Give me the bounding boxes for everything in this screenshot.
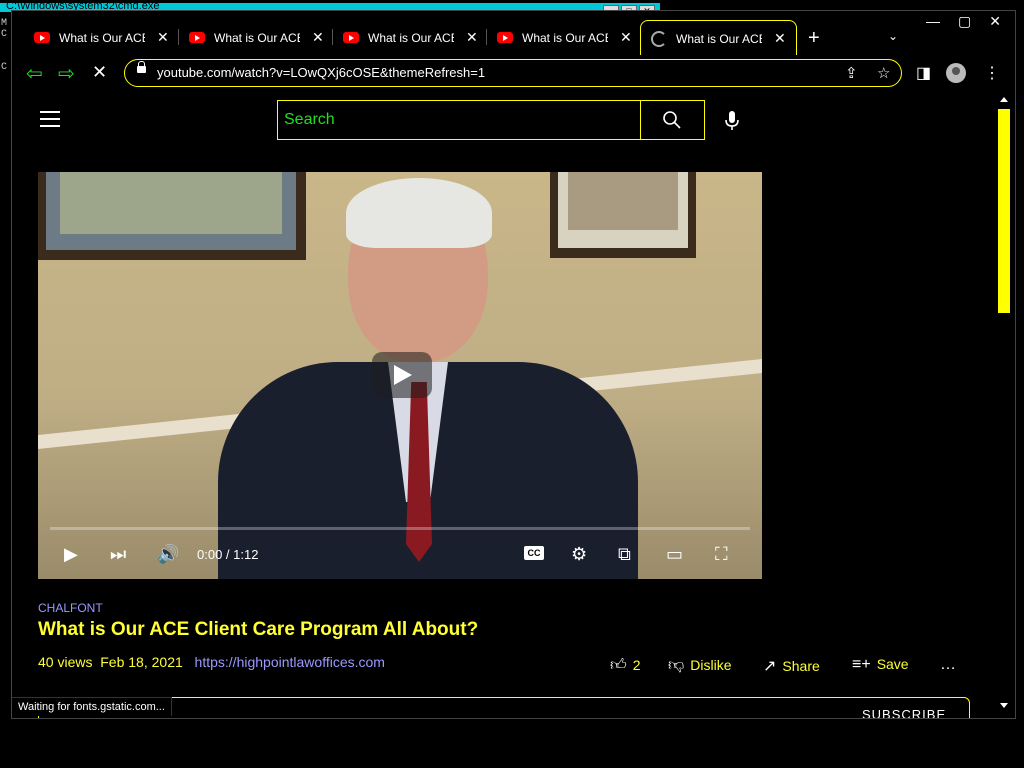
share-arrow-icon: ↗ bbox=[763, 658, 777, 675]
browser-window: What is Our ACE Client Care Program All … bbox=[11, 10, 1016, 719]
side-panel-icon[interactable]: ◨ bbox=[916, 63, 931, 83]
browser-toolbar: ⇦ ⇨ ✕ youtube.com/watch?v=LOwQXj6cOSE&th… bbox=[12, 55, 1015, 91]
tab-close-icon[interactable]: ✕ bbox=[466, 29, 478, 46]
tab-active[interactable]: What is Our ACE Client Care Program All … bbox=[640, 20, 797, 56]
playlist-add-icon: ≡+ bbox=[852, 656, 871, 673]
tab-title: What is Our ACE Client Care Program All … bbox=[214, 30, 300, 45]
save-button[interactable]: ≡+ Save bbox=[852, 656, 909, 674]
url-text[interactable]: youtube.com/watch?v=LOwQXj6cOSE&themeRef… bbox=[157, 65, 485, 80]
like-button[interactable]: 👍︎ 2 bbox=[610, 656, 641, 675]
tab-title: What is Our ACE Client Care Program All … bbox=[59, 30, 145, 45]
closed-captions-icon[interactable]: CC bbox=[524, 546, 544, 560]
stop-loading-button[interactable]: ✕ bbox=[92, 62, 107, 83]
address-bar[interactable]: youtube.com/watch?v=LOwQXj6cOSE&themeRef… bbox=[124, 59, 902, 87]
tab-title: What is Our ACE Client Care Program All … bbox=[676, 31, 762, 46]
save-label: Save bbox=[876, 656, 909, 672]
thumbs-down-icon: 👎︎ bbox=[668, 657, 685, 674]
search-icon bbox=[663, 111, 681, 129]
description-link[interactable]: https://highpointlawoffices.com bbox=[195, 654, 385, 670]
volume-icon[interactable]: 🔊 bbox=[157, 544, 179, 565]
settings-gear-icon[interactable]: ⚙ bbox=[571, 544, 587, 565]
next-video-icon[interactable]: ⏭ bbox=[110, 544, 126, 565]
video-title: What is Our ACE Client Care Program All … bbox=[38, 619, 479, 640]
tab-close-icon[interactable]: ✕ bbox=[157, 29, 169, 46]
upload-date: Feb 18, 2021 bbox=[100, 654, 183, 670]
scrollbar-thumb[interactable] bbox=[998, 109, 1010, 313]
video-progress-bar[interactable] bbox=[50, 527, 750, 530]
channel-name[interactable]: CHALFONT bbox=[38, 601, 103, 615]
like-count: 2 bbox=[632, 657, 641, 673]
profile-avatar-icon[interactable] bbox=[946, 63, 966, 83]
player-controls: ▶ ⏭ 🔊 0:00 / 1:12 CC ⚙ ⧉ ▭ ⛶ bbox=[38, 534, 762, 578]
tab-close-icon[interactable]: ✕ bbox=[774, 30, 786, 47]
browser-menu-icon[interactable]: ⋮ bbox=[984, 63, 1000, 83]
video-player[interactable]: ▶ ⏭ 🔊 0:00 / 1:12 CC ⚙ ⧉ ▭ ⛶ bbox=[38, 172, 762, 579]
maximize-button[interactable]: ▢ bbox=[958, 13, 971, 30]
tab-strip: What is Our ACE Client Care Program All … bbox=[12, 11, 1015, 56]
theater-mode-icon[interactable]: ▭ bbox=[666, 544, 683, 565]
channel-description-box bbox=[38, 697, 970, 718]
lock-icon[interactable] bbox=[137, 61, 146, 73]
video-time: 0:00 / 1:12 bbox=[197, 547, 259, 562]
share-page-icon[interactable]: ⇪ bbox=[845, 64, 858, 82]
page-scrollbar[interactable] bbox=[997, 93, 1015, 718]
more-horizontal-icon: … bbox=[940, 656, 956, 673]
minimize-button[interactable]: — bbox=[926, 13, 940, 30]
view-count: 40 views bbox=[38, 654, 93, 670]
subscribe-button[interactable]: SUBSCRIBE bbox=[862, 707, 946, 718]
fullscreen-icon[interactable]: ⛶ bbox=[715, 544, 728, 565]
youtube-favicon-icon bbox=[34, 32, 50, 43]
large-play-button[interactable] bbox=[372, 352, 432, 398]
dislike-label: Dislike bbox=[690, 657, 732, 673]
tab-close-icon[interactable]: ✕ bbox=[620, 29, 632, 46]
guide-menu-icon[interactable] bbox=[40, 111, 60, 132]
status-bar: Waiting for fonts.gstatic.com... bbox=[12, 697, 172, 716]
youtube-favicon-icon bbox=[497, 32, 513, 43]
share-label: Share bbox=[782, 658, 820, 674]
tab-separator bbox=[178, 29, 179, 45]
search-input[interactable] bbox=[278, 101, 630, 139]
search-box[interactable] bbox=[277, 100, 641, 140]
tab-separator bbox=[332, 29, 333, 45]
tab[interactable]: What is Our ACE Client Care Program All … bbox=[343, 20, 478, 55]
more-actions-button[interactable]: … bbox=[940, 656, 962, 674]
window-controls: — ▢ ✕ bbox=[926, 13, 1001, 30]
cmd-text: C bbox=[1, 62, 8, 73]
youtube-page: ▶ ⏭ 🔊 0:00 / 1:12 CC ⚙ ⧉ ▭ ⛶ CHALFONT Wh… bbox=[12, 93, 997, 718]
play-icon[interactable]: ▶ bbox=[64, 544, 78, 565]
youtube-favicon-icon bbox=[189, 32, 205, 43]
microphone-icon[interactable] bbox=[725, 111, 739, 131]
tab[interactable]: What is Our ACE Client Care Program All … bbox=[34, 20, 169, 55]
tab[interactable]: What is Our ACE Client Care Program All … bbox=[497, 20, 632, 55]
cmd-window-edge: M C C bbox=[0, 12, 11, 768]
forward-button[interactable]: ⇨ bbox=[58, 61, 75, 86]
scroll-up-icon[interactable] bbox=[1000, 97, 1008, 102]
cmd-text: C bbox=[1, 29, 8, 40]
tab[interactable]: What is Our ACE Client Care Program All … bbox=[189, 20, 324, 55]
back-button[interactable]: ⇦ bbox=[26, 61, 43, 86]
bookmark-star-icon[interactable]: ☆ bbox=[877, 64, 890, 82]
tab-close-icon[interactable]: ✕ bbox=[312, 29, 324, 46]
new-tab-button[interactable]: + bbox=[808, 27, 820, 50]
tab-title: What is Our ACE Client Care Program All … bbox=[368, 30, 454, 45]
youtube-favicon-icon bbox=[343, 32, 359, 43]
tab-title: What is Our ACE Client Care Program All … bbox=[522, 30, 608, 45]
thumbs-up-icon: 👍︎ bbox=[610, 657, 627, 674]
cmd-text: M bbox=[1, 18, 8, 29]
close-button[interactable]: ✕ bbox=[989, 13, 1001, 30]
video-meta: 40 views Feb 18, 2021 https://highpointl… bbox=[38, 654, 385, 670]
tab-search-chevron-icon[interactable]: ⌄ bbox=[888, 29, 898, 43]
dislike-button[interactable]: 👎︎ Dislike bbox=[668, 656, 731, 675]
loading-spinner-icon bbox=[651, 30, 667, 47]
scroll-down-icon[interactable] bbox=[1000, 703, 1008, 708]
tab-separator bbox=[486, 29, 487, 45]
share-button[interactable]: ↗ Share bbox=[763, 656, 820, 676]
miniplayer-icon[interactable]: ⧉ bbox=[618, 544, 631, 565]
search-button[interactable] bbox=[640, 100, 705, 140]
